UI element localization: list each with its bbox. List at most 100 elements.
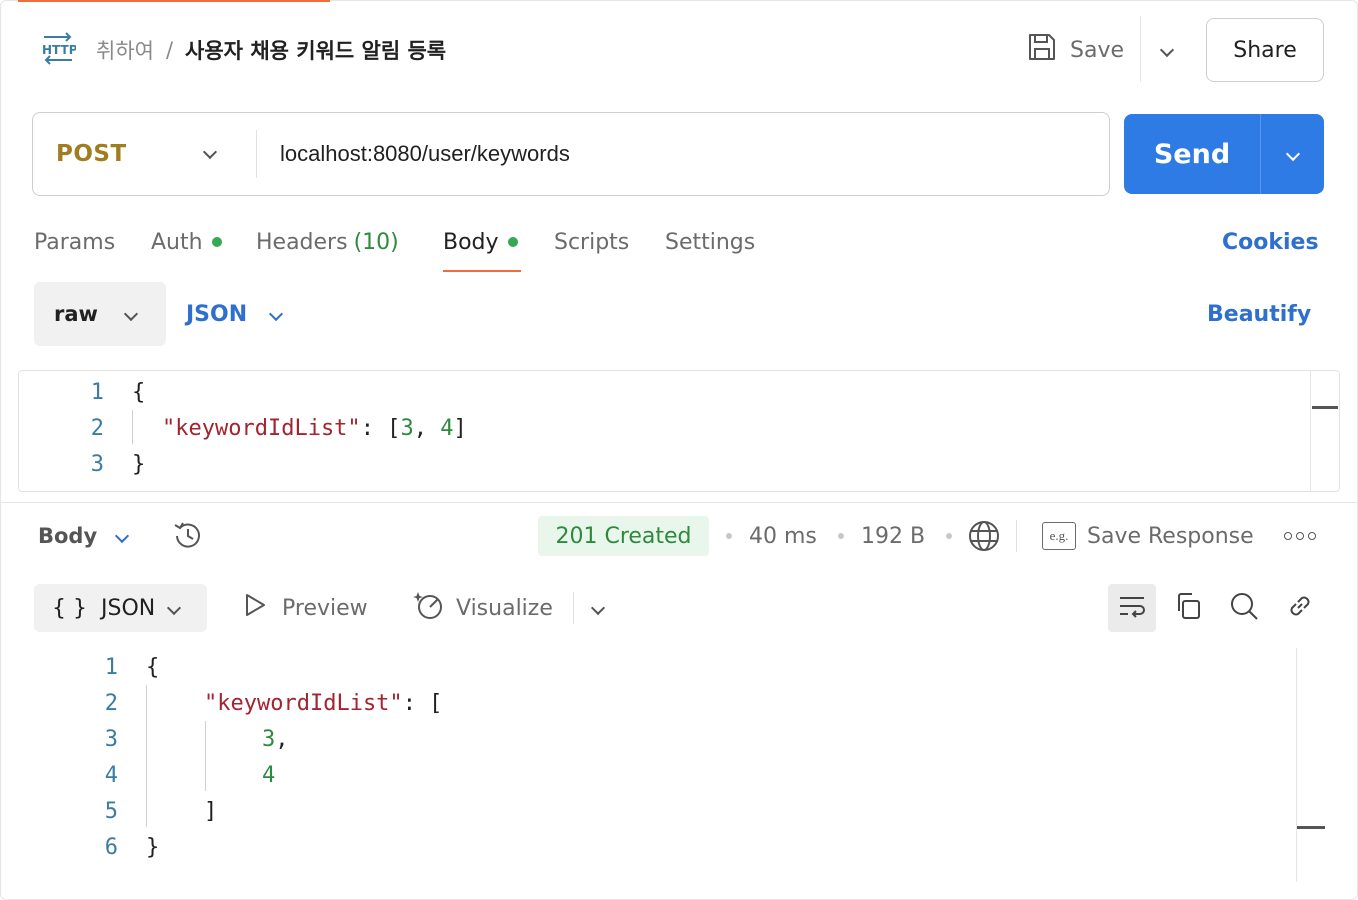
response-format-label: JSON <box>101 595 156 621</box>
status-dot <box>211 237 222 247</box>
send-options-button[interactable] <box>1260 114 1324 194</box>
line-number: 3 <box>90 451 104 477</box>
share-button[interactable]: Share <box>1206 18 1324 82</box>
tab-params[interactable]: Params <box>34 222 115 262</box>
svg-text:HTTP: HTTP <box>42 43 76 57</box>
response-code: { "keywordIdList": [ 3, 4 ] } <box>146 649 442 865</box>
active-request-tab-indicator <box>18 0 330 2</box>
chevron-down-icon <box>123 306 139 322</box>
play-icon <box>242 592 268 624</box>
search-button[interactable] <box>1220 584 1268 632</box>
braces-icon: { } <box>52 595 87 621</box>
save-response-button[interactable]: Save Response <box>1087 518 1254 554</box>
body-language-select[interactable]: JSON <box>186 296 284 332</box>
breadcrumb-collection[interactable]: 취하여 <box>96 35 154 65</box>
link-icon <box>1284 590 1316 626</box>
response-line-numbers: 1 2 3 4 5 6 <box>78 649 118 865</box>
response-view-select[interactable]: Body <box>38 518 130 554</box>
save-divider <box>1140 16 1141 82</box>
visualize-icon <box>412 588 446 628</box>
visualize-options-button[interactable] <box>586 590 610 626</box>
save-icon <box>1026 31 1058 69</box>
wrap-lines-icon <box>1116 590 1148 626</box>
link-button[interactable] <box>1276 584 1324 632</box>
response-size[interactable]: 192 B <box>861 518 925 554</box>
request-title[interactable]: 사용자 채용 키워드 알림 등록 <box>185 35 446 65</box>
preview-button[interactable]: Preview <box>242 590 368 626</box>
copy-icon <box>1172 590 1204 626</box>
line-number: 3 <box>104 726 118 752</box>
code-line: } <box>132 451 146 477</box>
body-mode-label: raw <box>54 302 98 326</box>
status-badge[interactable]: 201 Created <box>538 516 709 556</box>
code-line: ] <box>204 798 218 824</box>
chevron-down-icon <box>590 600 606 616</box>
code-line: "keywordIdList": [3, 4] <box>162 415 467 441</box>
request-scrollbar-track <box>1310 371 1311 491</box>
active-tab-underline <box>443 270 521 272</box>
line-number: 6 <box>104 834 118 860</box>
beautify-button[interactable]: Beautify <box>1207 296 1311 332</box>
visualize-label: Visualize <box>456 595 553 621</box>
method-select[interactable]: POST <box>56 132 127 176</box>
meta-dot <box>726 533 732 539</box>
chevron-down-icon <box>1285 146 1300 162</box>
tab-label: Headers <box>256 229 348 255</box>
wrap-lines-button[interactable] <box>1108 584 1156 632</box>
globe-icon[interactable] <box>966 518 1002 554</box>
line-number: 2 <box>90 415 104 441</box>
request-scrollbar-thumb[interactable] <box>1312 406 1338 409</box>
response-scrollbar-thumb[interactable] <box>1297 826 1325 829</box>
request-line-numbers: 1 2 3 <box>64 374 104 482</box>
chevron-down-icon <box>202 144 218 160</box>
line-number: 5 <box>104 798 118 824</box>
status-dot <box>507 237 518 247</box>
save-options-button[interactable] <box>1150 28 1184 72</box>
history-icon[interactable] <box>170 518 206 554</box>
visualize-divider <box>573 592 574 624</box>
more-options-icon[interactable] <box>1284 518 1316 554</box>
tab-body[interactable]: Body <box>443 222 518 262</box>
tab-scripts[interactable]: Scripts <box>554 222 629 262</box>
response-view-label: Body <box>38 524 98 548</box>
line-number: 1 <box>104 654 118 680</box>
search-icon <box>1228 590 1260 626</box>
code-line: 3, <box>262 726 289 752</box>
method-dropdown[interactable] <box>200 140 220 164</box>
tab-label: Body <box>443 229 499 255</box>
save-button[interactable]: Save <box>1026 28 1124 72</box>
url-input[interactable] <box>280 132 1080 176</box>
breadcrumb-separator: / <box>165 38 174 62</box>
tab-settings[interactable]: Settings <box>665 222 755 262</box>
chevron-down-icon <box>269 306 284 322</box>
code-line: } <box>146 834 160 860</box>
code-line: { <box>146 654 160 680</box>
cookies-link[interactable]: Cookies <box>1222 222 1319 262</box>
save-label: Save <box>1070 37 1125 63</box>
code-line: { <box>132 379 146 405</box>
line-number: 1 <box>90 379 104 405</box>
tab-label: Auth <box>151 229 203 255</box>
url-divider <box>256 130 257 178</box>
send-button[interactable]: Send <box>1124 114 1260 194</box>
tab-headers[interactable]: Headers (10) <box>256 222 399 262</box>
tab-auth[interactable]: Auth <box>151 222 222 262</box>
request-code: { "keywordIdList": [3, 4] } <box>132 374 467 482</box>
pane-divider[interactable] <box>0 502 1358 503</box>
copy-button[interactable] <box>1164 584 1212 632</box>
example-icon[interactable]: e.g. <box>1042 522 1076 550</box>
response-time[interactable]: 40 ms <box>749 518 817 554</box>
body-mode-select[interactable]: raw <box>34 282 166 346</box>
response-format-select[interactable]: { } JSON <box>34 584 207 632</box>
visualize-button[interactable]: Visualize <box>412 590 553 626</box>
preview-label: Preview <box>282 595 368 621</box>
line-number: 4 <box>104 762 118 788</box>
tab-label: Settings <box>665 229 756 255</box>
line-number: 2 <box>104 690 118 716</box>
tab-label: Params <box>34 229 116 255</box>
chevron-down-icon <box>167 600 182 616</box>
meta-dot <box>838 533 844 539</box>
headers-count: (10) <box>353 229 399 255</box>
code-line: 4 <box>262 762 276 788</box>
chevron-down-icon <box>115 528 130 544</box>
